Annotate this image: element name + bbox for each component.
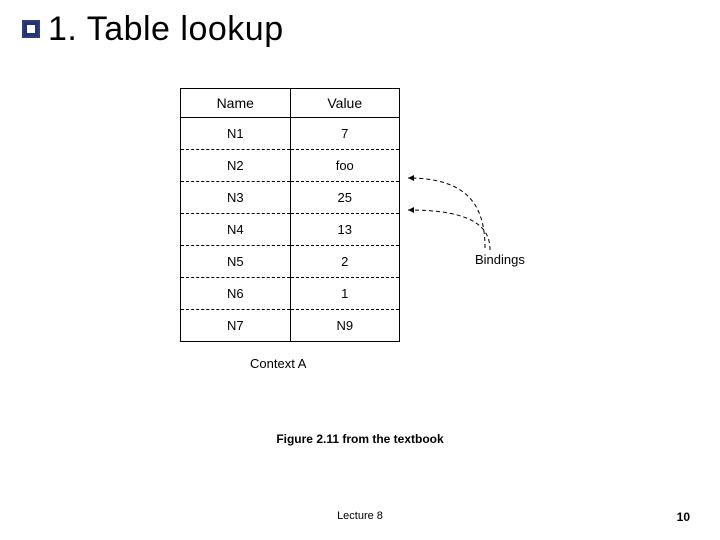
- cell-value: 2: [290, 246, 400, 278]
- title-bullet-icon: [22, 20, 40, 38]
- bindings-label: Bindings: [475, 252, 525, 267]
- cell-value: 25: [290, 182, 400, 214]
- cell-value: foo: [290, 150, 400, 182]
- cell-name: N6: [181, 278, 291, 310]
- cell-value: 13: [290, 214, 400, 246]
- cell-name: N4: [181, 214, 291, 246]
- cell-value: 7: [290, 118, 400, 150]
- table-row: N6 1: [181, 278, 400, 310]
- table-header-name: Name: [181, 89, 291, 118]
- table-row: N7 N9: [181, 310, 400, 342]
- table-row: N1 7: [181, 118, 400, 150]
- cell-name: N1: [181, 118, 291, 150]
- lookup-table: Name Value N1 7 N2 foo N3 25 N4 13 N5: [180, 88, 400, 342]
- footer-lecture: Lecture 8: [0, 510, 720, 522]
- table-row: N5 2: [181, 246, 400, 278]
- table-header-value: Value: [290, 89, 400, 118]
- table-row: N3 25: [181, 182, 400, 214]
- cell-name: N3: [181, 182, 291, 214]
- figure: Name Value N1 7 N2 foo N3 25 N4 13 N5: [180, 88, 540, 428]
- cell-value: N9: [290, 310, 400, 342]
- cell-name: N2: [181, 150, 291, 182]
- table-row: N4 13: [181, 214, 400, 246]
- context-label: Context A: [250, 356, 540, 371]
- figure-caption: Figure 2.11 from the textbook: [0, 432, 720, 446]
- cell-name: N7: [181, 310, 291, 342]
- slide-title: 1. Table lookup: [48, 10, 284, 49]
- cell-name: N5: [181, 246, 291, 278]
- footer-page-number: 10: [677, 510, 690, 524]
- table-row: N2 foo: [181, 150, 400, 182]
- binding-arrows-icon: [400, 148, 530, 288]
- cell-value: 1: [290, 278, 400, 310]
